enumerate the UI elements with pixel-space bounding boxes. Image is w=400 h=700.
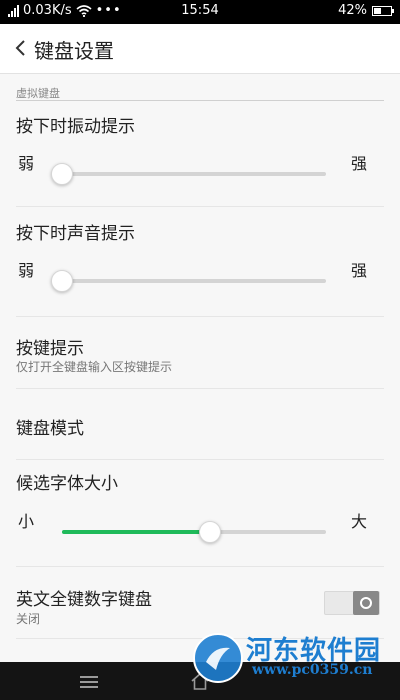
vibration-max-label: 强 [351,154,368,173]
font-size-min-label: 小 [18,512,35,531]
divider [16,388,384,389]
section-divider [16,100,384,101]
font-size-max-label: 大 [351,512,368,531]
numeric-keyboard-toggle[interactable] [324,591,380,615]
keyboard-mode-row[interactable]: 键盘模式 [0,390,400,458]
divider [16,459,384,460]
battery-icon [372,5,394,16]
sound-max-label: 强 [351,261,368,280]
key-hint-subtitle: 仅打开全键盘输入区按键提示 [16,360,173,374]
watermark-logo-icon [193,633,243,683]
sound-slider-thumb[interactable] [51,270,73,292]
watermark-url: www.pc0359.cn [252,662,373,678]
keyboard-mode-title: 键盘模式 [16,419,84,439]
key-hint-title: 按键提示 [16,339,84,359]
divider [16,316,384,317]
key-hint-row[interactable]: 按键提示 仅打开全键盘输入区按键提示 [0,318,400,388]
vibration-min-label: 弱 [18,154,35,173]
sound-min-label: 弱 [18,261,35,280]
divider [16,566,384,567]
font-size-slider-fill [62,530,210,534]
back-arrow-icon[interactable] [8,34,36,62]
sound-title: 按下时声音提示 [16,224,135,244]
vibration-title: 按下时振动提示 [16,117,135,137]
vibration-slider-thumb[interactable] [51,163,73,185]
vibration-slider[interactable] [51,163,326,185]
page-title: 键盘设置 [34,39,114,63]
numeric-keyboard-title: 英文全键数字键盘 [16,590,152,610]
battery-percent: 42% [338,3,367,18]
font-size-slider-thumb[interactable] [198,521,221,543]
sound-slider[interactable] [51,270,326,292]
numeric-keyboard-status: 关闭 [16,612,41,626]
section-label: 虚拟键盘 [16,87,60,100]
font-size-slider[interactable] [62,521,326,543]
app-header: 键盘设置 [0,24,400,74]
menu-icon[interactable] [80,676,98,691]
status-time: 15:54 [181,3,219,18]
status-bar: 0.03K/s ••• 15:54 42% [0,0,400,24]
divider [16,206,384,207]
font-size-title: 候选字体大小 [16,474,118,494]
toggle-knob-icon [353,591,379,615]
